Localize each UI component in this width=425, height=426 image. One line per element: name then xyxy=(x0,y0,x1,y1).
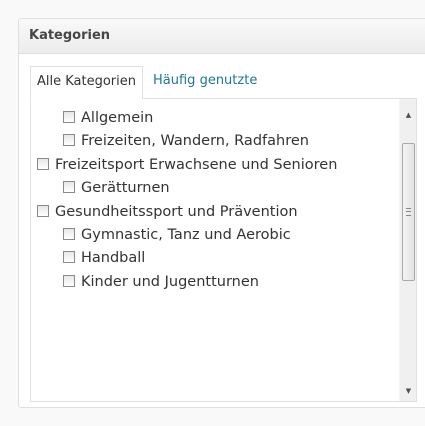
category-label: Gerätturnen xyxy=(81,180,170,197)
categories-panel: Kategorien Alle Kategorien Häufig genutz… xyxy=(18,18,425,408)
category-label: Kinder und Jugentturnen xyxy=(81,273,259,290)
category-checkbox[interactable] xyxy=(63,228,75,241)
scroll-down-arrow-icon[interactable]: ▼ xyxy=(400,383,417,400)
tab-most-used[interactable]: Häufig genutzte xyxy=(143,66,263,97)
list-item[interactable]: Gerätturnen xyxy=(37,177,374,200)
category-label: Allgemein xyxy=(81,110,154,126)
category-tabs: Alle Kategorien Häufig genutzte xyxy=(30,66,263,99)
scroll-up-arrow-icon[interactable]: ▲ xyxy=(400,107,417,124)
scrollbar-thumb[interactable] xyxy=(402,143,415,281)
category-checkbox[interactable] xyxy=(63,274,75,287)
list-item[interactable]: Freizeiten, Wandern, Radfahren xyxy=(37,130,374,153)
list-item[interactable]: Gesundheitssport und Prävention xyxy=(11,201,374,224)
category-label: Freizeitsport Erwachsene und Senioren xyxy=(55,156,338,173)
list-item[interactable]: Allgemein xyxy=(37,107,374,130)
list-item[interactable]: Handball xyxy=(37,247,374,270)
category-label: Freizeiten, Wandern, Radfahren xyxy=(81,133,309,150)
category-label: Gymnastic, Tanz und Aerobic xyxy=(81,227,291,244)
category-label: Gesundheitssport und Prävention xyxy=(55,203,298,220)
category-checkbox[interactable] xyxy=(63,134,75,147)
category-label: Handball xyxy=(81,250,146,267)
tab-all-categories[interactable]: Alle Kategorien xyxy=(30,66,144,99)
category-checkbox[interactable] xyxy=(63,111,75,123)
grip-icon xyxy=(406,208,411,216)
panel-title[interactable]: Kategorien xyxy=(19,19,425,54)
category-checkbox[interactable] xyxy=(63,181,75,194)
list-item[interactable]: Freizeitsport Erwachsene und Senioren xyxy=(11,154,374,177)
list-item[interactable]: Kinder und Jugentturnen xyxy=(37,271,374,294)
list-item[interactable]: Gymnastic, Tanz und Aerobic xyxy=(37,224,374,247)
list-scrollbar[interactable]: ▲ ▼ xyxy=(399,99,416,401)
category-checkbox[interactable] xyxy=(63,251,75,264)
category-checkbox[interactable] xyxy=(37,204,49,217)
category-checklist: Allgemein Freizeiten, Wandern, Radfahren… xyxy=(37,107,374,294)
category-list-panel: Allgemein Freizeiten, Wandern, Radfahren… xyxy=(30,98,417,402)
category-checkbox[interactable] xyxy=(37,157,49,170)
